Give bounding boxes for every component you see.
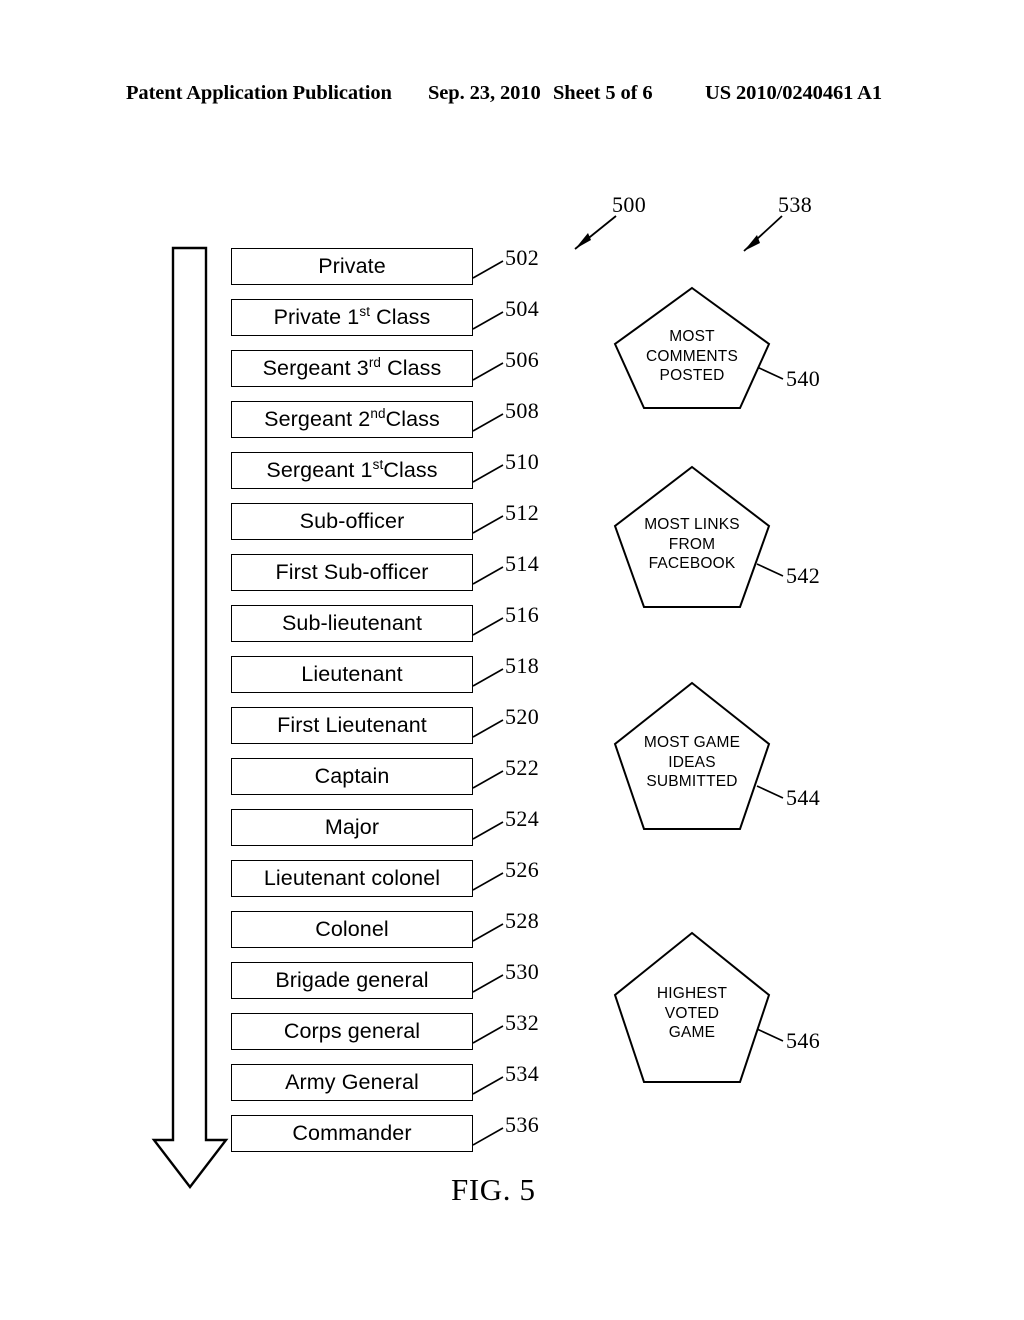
rank-label-520: First Lieutenant xyxy=(277,712,427,737)
badge-label-540: MOST COMMENTS POSTED xyxy=(645,328,738,384)
rank-box-510[interactable]: Sergeant 1stClass xyxy=(231,452,473,489)
rank-box-502[interactable]: Private xyxy=(231,248,473,285)
rank-label-506: Sergeant 3rd Class xyxy=(262,354,442,380)
rank-label-504: Private 1st Class xyxy=(273,303,431,329)
ref-numeral-532: 532 xyxy=(505,1010,540,1035)
rank-box-536[interactable]: Commander xyxy=(231,1115,473,1152)
badge-label-546: HIGHEST VOTED GAME xyxy=(656,985,728,1041)
ref-numeral-520: 520 xyxy=(505,704,540,729)
patent-figure-5: Private Private 1st Class Sergeant 3rd C… xyxy=(0,0,1024,1320)
rank-box-512[interactable]: Sub-officer xyxy=(231,503,473,540)
ref-numeral-538: 538 xyxy=(778,192,813,217)
ref-numeral-540: 540 xyxy=(786,366,821,391)
ref-numeral-522: 522 xyxy=(505,755,540,780)
ref-numeral-516: 516 xyxy=(505,602,540,627)
badge-540[interactable]: MOST COMMENTS POSTED xyxy=(612,285,772,411)
rank-label-508: Sergeant 2ndClass xyxy=(264,405,440,431)
rank-progression-arrow xyxy=(151,246,229,1189)
rank-box-514[interactable]: First Sub-officer xyxy=(231,554,473,591)
ref-numeral-536: 536 xyxy=(505,1112,540,1137)
ref-numeral-500: 500 xyxy=(612,192,647,217)
rank-box-516[interactable]: Sub-lieutenant xyxy=(231,605,473,642)
ref-numeral-534: 534 xyxy=(505,1061,540,1086)
badge-542[interactable]: MOST LINKS FROM FACEBOOK xyxy=(612,464,772,610)
ref-numeral-506: 506 xyxy=(505,347,540,372)
ref-numeral-510: 510 xyxy=(505,449,540,474)
ref-numeral-542: 542 xyxy=(786,563,821,588)
ref-numeral-502: 502 xyxy=(505,245,540,270)
rank-label-516: Sub-lieutenant xyxy=(281,610,423,635)
rank-label-526: Lieutenant colonel xyxy=(263,865,441,890)
ref-numeral-544: 544 xyxy=(786,785,821,810)
rank-label-502: Private xyxy=(318,253,386,278)
rank-box-520[interactable]: First Lieutenant xyxy=(231,707,473,744)
rank-leader-lines xyxy=(472,260,504,1146)
ref-numeral-526: 526 xyxy=(505,857,540,882)
rank-label-528: Colonel xyxy=(315,916,389,941)
callout-538 xyxy=(743,215,783,252)
ref-numeral-518: 518 xyxy=(505,653,540,678)
rank-box-532[interactable]: Corps general xyxy=(231,1013,473,1050)
rank-label-510: Sergeant 1stClass xyxy=(266,456,438,482)
rank-box-506[interactable]: Sergeant 3rd Class xyxy=(231,350,473,387)
ref-numeral-524: 524 xyxy=(505,806,540,831)
ref-numeral-514: 514 xyxy=(505,551,540,576)
rank-label-522: Captain xyxy=(314,763,390,788)
rank-label-518: Lieutenant xyxy=(301,661,403,686)
rank-label-536: Commander xyxy=(292,1120,412,1145)
ref-numeral-546: 546 xyxy=(786,1028,821,1053)
rank-box-528[interactable]: Colonel xyxy=(231,911,473,948)
ref-numeral-530: 530 xyxy=(505,959,540,984)
figure-caption: FIG. 5 xyxy=(451,1172,536,1207)
rank-box-508[interactable]: Sergeant 2ndClass xyxy=(231,401,473,438)
rank-label-524: Major xyxy=(324,814,380,839)
ref-numeral-508: 508 xyxy=(505,398,540,423)
badge-544[interactable]: MOST GAME IDEAS SUBMITTED xyxy=(612,680,772,832)
rank-label-530: Brigade general xyxy=(275,967,429,992)
ref-numeral-528: 528 xyxy=(505,908,540,933)
rank-label-532: Corps general xyxy=(283,1018,421,1043)
rank-box-526[interactable]: Lieutenant colonel xyxy=(231,860,473,897)
callout-500 xyxy=(574,215,617,250)
rank-label-512: Sub-officer xyxy=(299,508,405,533)
rank-box-530[interactable]: Brigade general xyxy=(231,962,473,999)
rank-box-534[interactable]: Army General xyxy=(231,1064,473,1101)
badge-546[interactable]: HIGHEST VOTED GAME xyxy=(612,930,772,1085)
badge-label-544: MOST GAME IDEAS SUBMITTED xyxy=(643,734,741,790)
rank-box-518[interactable]: Lieutenant xyxy=(231,656,473,693)
rank-label-514: First Sub-officer xyxy=(275,559,429,584)
rank-box-522[interactable]: Captain xyxy=(231,758,473,795)
rank-box-524[interactable]: Major xyxy=(231,809,473,846)
rank-label-534: Army General xyxy=(285,1069,419,1094)
ref-numeral-512: 512 xyxy=(505,500,540,525)
rank-box-504[interactable]: Private 1st Class xyxy=(231,299,473,336)
ref-numeral-504: 504 xyxy=(505,296,540,321)
badge-label-542: MOST LINKS FROM FACEBOOK xyxy=(644,516,740,572)
